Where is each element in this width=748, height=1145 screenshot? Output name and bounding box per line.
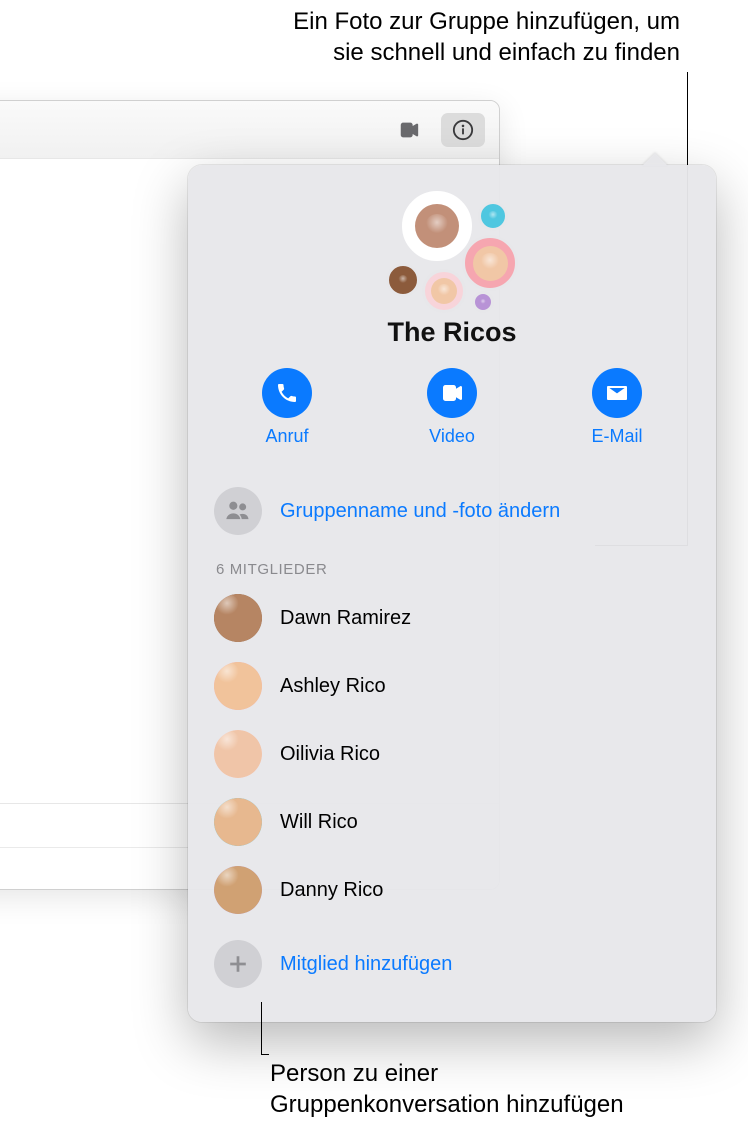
video-icon bbox=[398, 119, 420, 141]
avatar bbox=[472, 291, 494, 313]
info-icon bbox=[452, 119, 474, 141]
callout-add-photo: Ein Foto zur Gruppe hinzufügen, um sie s… bbox=[150, 6, 680, 68]
avatar bbox=[214, 866, 262, 914]
avatar bbox=[402, 191, 472, 261]
edit-group-name-photo[interactable]: Gruppenname und -foto ändern bbox=[214, 477, 690, 545]
member-row[interactable]: Danny Rico bbox=[214, 856, 690, 924]
mail-label: E-Mail bbox=[591, 426, 642, 447]
callout-leader bbox=[261, 1054, 269, 1055]
callout-add-person: Person zu einer Gruppenkonversation hinz… bbox=[270, 1058, 730, 1120]
call-button[interactable]: Anruf bbox=[232, 368, 342, 447]
member-name: Will Rico bbox=[280, 811, 358, 834]
mail-icon bbox=[605, 381, 629, 405]
avatar bbox=[214, 730, 262, 778]
member-name: Oilivia Rico bbox=[280, 743, 380, 766]
add-member-label: Mitglied hinzufügen bbox=[280, 953, 452, 976]
group-avatar-cluster[interactable] bbox=[372, 191, 532, 311]
avatar bbox=[422, 269, 466, 313]
member-name: Ashley Rico bbox=[280, 675, 386, 698]
video-label: Video bbox=[429, 426, 475, 447]
edit-group-label: Gruppenname und -foto ändern bbox=[280, 500, 560, 523]
avatar bbox=[214, 594, 262, 642]
group-name: The Ricos bbox=[214, 317, 690, 348]
avatar bbox=[386, 263, 420, 297]
members-list: Dawn Ramirez Ashley Rico Oilivia Rico Wi… bbox=[214, 584, 690, 924]
member-row[interactable]: Oilivia Rico bbox=[214, 720, 690, 788]
member-row[interactable]: Dawn Ramirez bbox=[214, 584, 690, 652]
callout-leader bbox=[261, 1002, 262, 1054]
callout-leader bbox=[687, 72, 688, 122]
mail-button[interactable]: E-Mail bbox=[562, 368, 672, 447]
info-button[interactable] bbox=[441, 113, 485, 147]
quick-actions-row: Anruf Video E-Mail bbox=[214, 368, 690, 447]
people-icon bbox=[224, 497, 252, 525]
avatar bbox=[462, 235, 518, 291]
facetime-video-button[interactable] bbox=[387, 113, 431, 147]
member-name: Danny Rico bbox=[280, 879, 383, 902]
member-name: Dawn Ramirez bbox=[280, 607, 411, 630]
members-section-header: 6 MITGLIEDER bbox=[216, 561, 690, 578]
member-row[interactable]: Will Rico bbox=[214, 788, 690, 856]
group-info-popover: The Ricos Anruf Video E-Mail Gruppenname… bbox=[188, 165, 716, 1022]
avatar bbox=[214, 662, 262, 710]
add-member-button[interactable]: Mitglied hinzufügen bbox=[214, 930, 690, 998]
member-row[interactable]: Ashley Rico bbox=[214, 652, 690, 720]
call-label: Anruf bbox=[265, 426, 308, 447]
video-button[interactable]: Video bbox=[397, 368, 507, 447]
avatar bbox=[478, 201, 508, 231]
avatar bbox=[214, 798, 262, 846]
plus-icon bbox=[227, 953, 249, 975]
window-titlebar bbox=[0, 101, 499, 159]
video-icon bbox=[440, 381, 464, 405]
phone-icon bbox=[275, 381, 299, 405]
